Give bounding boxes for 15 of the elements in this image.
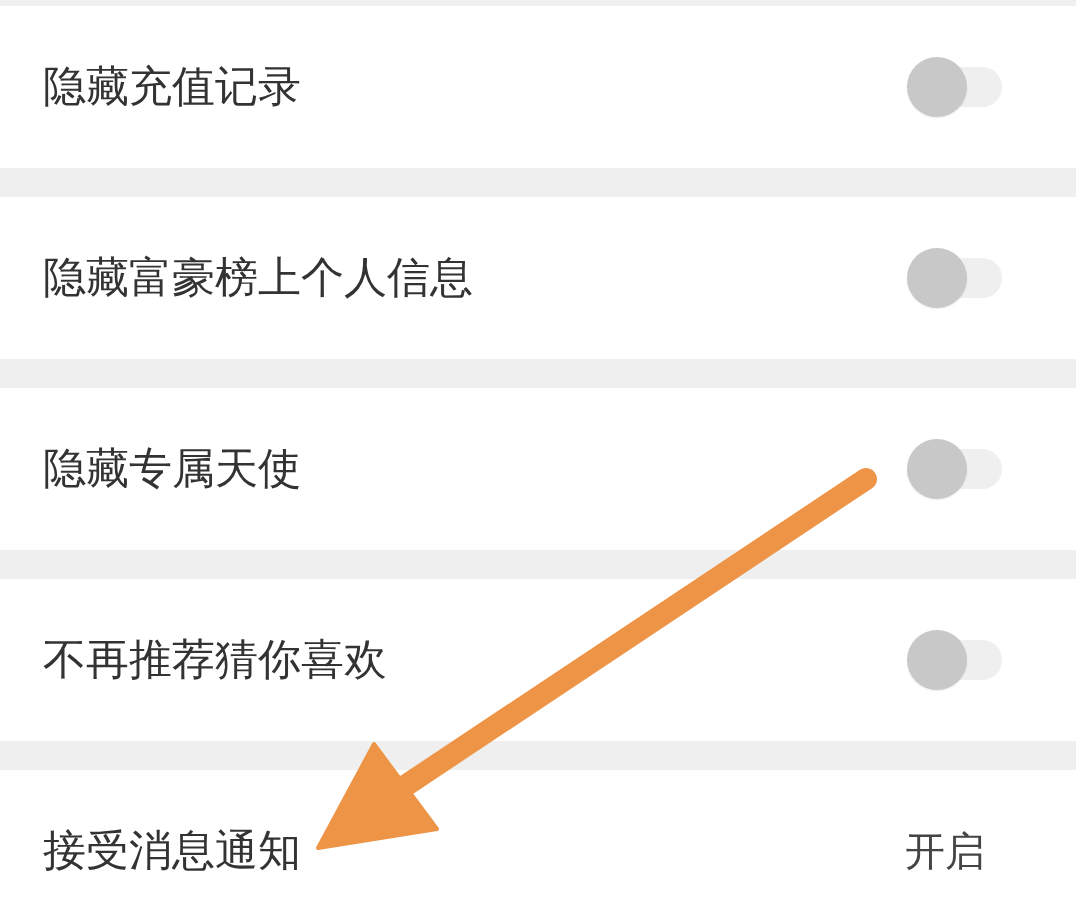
settings-row[interactable]: 隐藏专属天使 bbox=[0, 388, 1076, 550]
setting-label: 隐藏专属天使 bbox=[43, 443, 301, 495]
setting-label: 隐藏富豪榜上个人信息 bbox=[43, 252, 473, 304]
settings-row[interactable]: 隐藏充值记录 bbox=[0, 6, 1076, 168]
settings-row[interactable]: 隐藏富豪榜上个人信息 bbox=[0, 197, 1076, 359]
settings-row[interactable]: 不再推荐猜你喜欢 bbox=[0, 579, 1076, 741]
settings-row[interactable]: 接受消息通知 开启 bbox=[0, 770, 1076, 920]
setting-value: 开启 bbox=[905, 827, 985, 875]
setting-label: 隐藏充值记录 bbox=[43, 61, 301, 113]
setting-label: 不再推荐猜你喜欢 bbox=[43, 634, 387, 686]
setting-label: 接受消息通知 bbox=[43, 825, 301, 877]
toggle-switch[interactable] bbox=[906, 56, 1002, 118]
toggle-switch[interactable] bbox=[906, 247, 1002, 309]
toggle-switch[interactable] bbox=[906, 438, 1002, 500]
toggle-switch[interactable] bbox=[906, 629, 1002, 691]
